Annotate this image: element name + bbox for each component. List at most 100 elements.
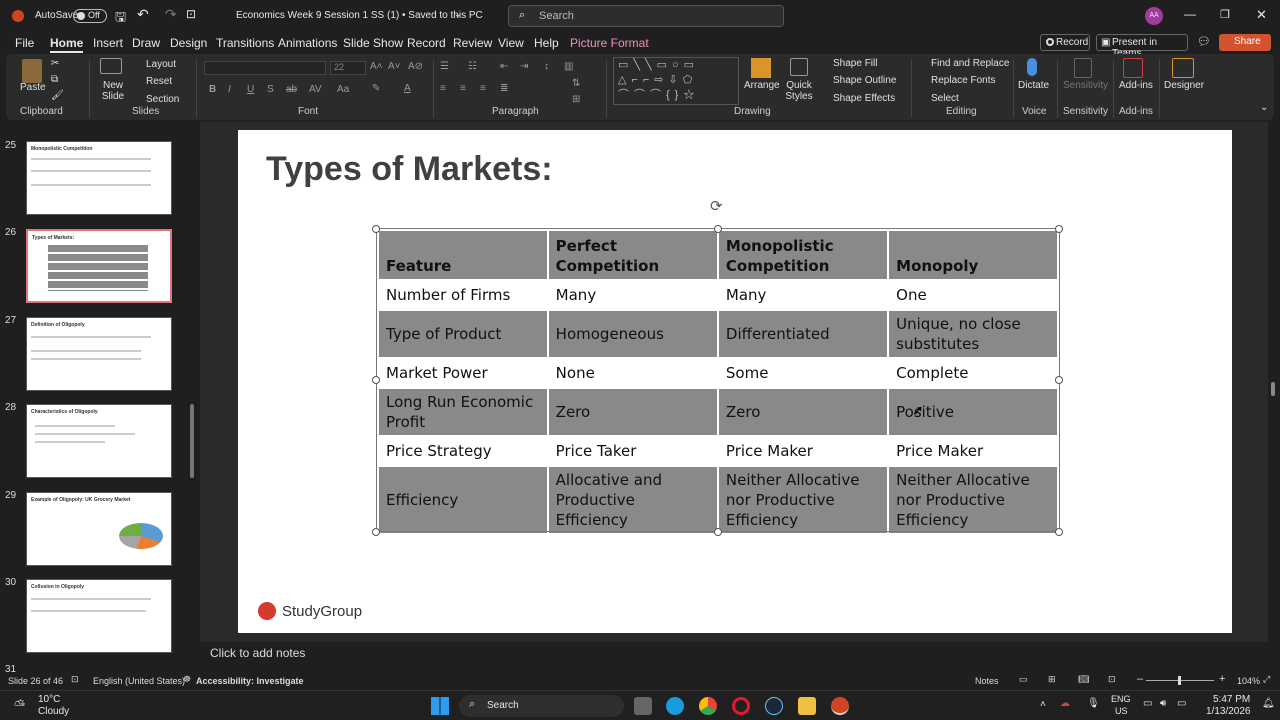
minimize-icon[interactable]: — bbox=[1184, 7, 1196, 21]
autosave-toggle[interactable]: Off bbox=[73, 9, 107, 23]
onedrive-icon[interactable]: ☁ bbox=[1060, 698, 1070, 709]
shapes-gallery[interactable]: ▭╲╲▭○▭ △⌐⌐⇨⇩⬠ ⌒⌒⌒{}☆ bbox=[613, 57, 739, 105]
comments-icon[interactable]: 💬︎ bbox=[1197, 35, 1211, 48]
thumbnail-slide-29[interactable]: Example of Oligopoly: UK Grocery Market bbox=[26, 492, 172, 566]
clock-time[interactable]: 5:47 PM bbox=[1213, 694, 1250, 705]
tab-file[interactable]: File bbox=[15, 36, 34, 50]
columns-icon[interactable]: ▥ bbox=[564, 61, 573, 72]
chevron-down-icon[interactable]: ⌄ bbox=[454, 9, 462, 20]
tab-draw[interactable]: Draw bbox=[132, 36, 160, 50]
addins-icon[interactable] bbox=[1123, 58, 1143, 78]
increase-font-icon[interactable]: A˄ bbox=[370, 61, 383, 72]
select-button[interactable]: Select bbox=[931, 93, 959, 104]
paste-button[interactable]: Paste bbox=[20, 82, 46, 93]
text-direction-icon[interactable]: ⇅ bbox=[572, 78, 580, 89]
present-icon[interactable]: ⊡ bbox=[186, 7, 196, 21]
thumbnail-slide-25[interactable]: Monopolistic Competition bbox=[26, 141, 172, 215]
decrease-indent-icon[interactable]: ⇤ bbox=[500, 61, 508, 72]
language-status[interactable]: English (United States) bbox=[93, 676, 185, 686]
format-painter-icon[interactable]: 🖌︎ bbox=[51, 90, 64, 101]
highlight-icon[interactable]: ✎ bbox=[372, 83, 380, 94]
maximize-icon[interactable]: ❐ bbox=[1220, 8, 1230, 21]
save-icon[interactable]: 🖫 bbox=[115, 8, 126, 30]
notes-placeholder[interactable]: Click to add notes bbox=[210, 646, 305, 660]
thumbnail-slide-30[interactable]: Collusion in Oligopoly bbox=[26, 579, 172, 653]
tab-transitions[interactable]: Transitions bbox=[216, 36, 274, 50]
font-name-field[interactable] bbox=[204, 61, 326, 75]
tab-home[interactable]: Home bbox=[50, 36, 84, 53]
powerpoint-taskbar-icon[interactable] bbox=[831, 697, 849, 715]
windows-start-icon[interactable] bbox=[431, 697, 449, 715]
align-left-icon[interactable]: ≡ bbox=[440, 83, 446, 94]
strikethrough-icon[interactable]: ab bbox=[286, 84, 297, 95]
input-region[interactable]: US bbox=[1115, 706, 1128, 716]
new-slide-icon[interactable] bbox=[100, 58, 122, 74]
undo-icon[interactable]: ↶ bbox=[137, 6, 149, 23]
char-spacing-icon[interactable]: AV bbox=[309, 84, 322, 95]
resize-handle[interactable] bbox=[372, 225, 380, 233]
taskbar-search[interactable]: ⌕ Search bbox=[459, 695, 624, 717]
slideshow-icon[interactable]: ⊡ bbox=[1108, 674, 1116, 685]
file-explorer-icon[interactable] bbox=[798, 697, 816, 715]
replace-fonts-button[interactable]: Replace Fonts bbox=[931, 75, 995, 86]
sensitivity-icon[interactable] bbox=[1074, 58, 1092, 78]
find-replace-button[interactable]: Find and Replace bbox=[931, 58, 1009, 69]
document-title[interactable]: Economics Week 9 Session 1 SS (1) • Save… bbox=[236, 10, 483, 21]
weather-temp[interactable]: 10°C bbox=[38, 694, 60, 705]
volume-icon[interactable]: 🔊︎ bbox=[1160, 698, 1166, 709]
tab-help[interactable]: Help bbox=[534, 36, 559, 50]
rotate-handle-icon[interactable]: ⟳ bbox=[710, 197, 723, 215]
dictate-button[interactable]: Dictate bbox=[1018, 80, 1049, 91]
spellcheck-icon[interactable]: ⊡ bbox=[71, 674, 79, 685]
thumbnail-slide-28[interactable]: Characteristics of Oligopoly bbox=[26, 404, 172, 478]
resize-handle[interactable] bbox=[1055, 225, 1063, 233]
tray-chevron-icon[interactable]: ˄ bbox=[1040, 699, 1046, 710]
tab-picture-format[interactable]: Picture Format bbox=[570, 36, 649, 50]
arrange-button[interactable]: Arrange bbox=[744, 80, 780, 91]
zoom-out-icon[interactable]: – bbox=[1137, 673, 1143, 685]
tab-record[interactable]: Record bbox=[407, 36, 446, 50]
slide-title[interactable]: Types of Markets: bbox=[266, 150, 553, 189]
change-case-icon[interactable]: Aa bbox=[337, 84, 349, 95]
avatar[interactable]: AA bbox=[1145, 7, 1163, 25]
record-button[interactable]: Record bbox=[1040, 34, 1090, 51]
resize-handle[interactable] bbox=[1055, 376, 1063, 384]
shadow-icon[interactable]: S bbox=[267, 84, 274, 95]
network-icon[interactable]: ▭ bbox=[1143, 698, 1152, 709]
redo-icon[interactable]: ↷ bbox=[165, 6, 177, 23]
steam-icon[interactable] bbox=[765, 697, 783, 715]
input-lang[interactable]: ENG bbox=[1111, 694, 1131, 704]
notifications-icon[interactable]: 🔔︎ bbox=[1262, 698, 1275, 709]
notes-toggle[interactable]: Notes bbox=[975, 676, 999, 686]
numbering-icon[interactable]: ☷ bbox=[468, 61, 477, 72]
thumbnail-slide-26-selected[interactable]: Types of Markets: bbox=[26, 229, 172, 303]
resize-handle[interactable] bbox=[1055, 528, 1063, 536]
tab-review[interactable]: Review bbox=[453, 36, 492, 50]
resize-handle[interactable] bbox=[372, 528, 380, 536]
accessibility-status[interactable]: Accessibility: Investigate bbox=[196, 676, 304, 686]
tab-slideshow[interactable]: Slide Show bbox=[343, 36, 403, 50]
tab-view[interactable]: View bbox=[498, 36, 524, 50]
chrome-icon[interactable] bbox=[699, 697, 717, 715]
underline-icon[interactable]: U bbox=[247, 84, 254, 95]
line-spacing-icon[interactable]: ↕ bbox=[544, 61, 549, 72]
battery-icon[interactable]: ▭ bbox=[1177, 698, 1186, 709]
canvas-scrollbar[interactable] bbox=[1271, 382, 1275, 396]
thumbnail-scrollbar[interactable] bbox=[190, 404, 194, 478]
bullets-icon[interactable]: ☰ bbox=[440, 61, 449, 72]
normal-view-icon[interactable]: ▭ bbox=[1019, 674, 1028, 685]
decrease-font-icon[interactable]: A˅ bbox=[388, 61, 401, 72]
shape-outline-button[interactable]: Shape Outline bbox=[833, 75, 896, 86]
align-center-icon[interactable]: ≡ bbox=[460, 83, 466, 94]
opera-icon[interactable] bbox=[732, 697, 750, 715]
tab-animations[interactable]: Animations bbox=[278, 36, 337, 50]
thumbnail-slide-27[interactable]: Definition of Oligopoly bbox=[26, 317, 172, 391]
slide-sorter-icon[interactable]: ⊞ bbox=[1048, 674, 1056, 685]
quick-styles-button[interactable]: Quick Styles bbox=[782, 80, 816, 102]
addins-button[interactable]: Add-ins bbox=[1119, 80, 1153, 91]
tab-insert[interactable]: Insert bbox=[93, 36, 123, 50]
notes-pane[interactable]: Click to add notes bbox=[200, 642, 1280, 672]
share-button[interactable]: Share bbox=[1219, 34, 1271, 51]
font-size-field[interactable]: 22 bbox=[330, 61, 366, 75]
designer-icon[interactable] bbox=[1172, 58, 1194, 78]
